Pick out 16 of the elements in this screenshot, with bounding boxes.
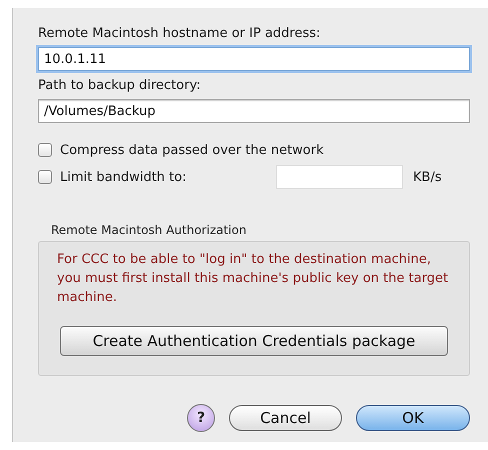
ok-button[interactable]: OK — [356, 405, 470, 431]
warning-message: For CCC to be able to "log in" to the destination machine, you must first install this machine's public key on the target machine. — [57, 251, 450, 307]
cancel-button[interactable]: Cancel — [229, 405, 342, 431]
hostname-label: Remote Macintosh hostname or IP address: — [38, 26, 322, 41]
checkbox[interactable] — [38, 143, 52, 157]
checkbox-label: Compress data passed over the network — [60, 142, 324, 158]
path-field[interactable]: /Volumes/Backup — [38, 99, 470, 123]
path-label: Path to backup directory: — [38, 78, 202, 93]
bandwidth-field[interactable] — [276, 165, 403, 189]
hostname-field[interactable]: 10.0.1.11 — [38, 47, 470, 71]
group-title: Remote Macintosh Authorization — [51, 223, 248, 237]
create-credentials-button[interactable]: Create Authentication Credentials package — [60, 326, 448, 356]
help-button[interactable]: ? — [187, 404, 215, 432]
checkbox-label: Limit bandwidth to: — [60, 170, 188, 184]
checkbox[interactable] — [38, 170, 52, 184]
unit-label: KB/s — [413, 170, 442, 184]
